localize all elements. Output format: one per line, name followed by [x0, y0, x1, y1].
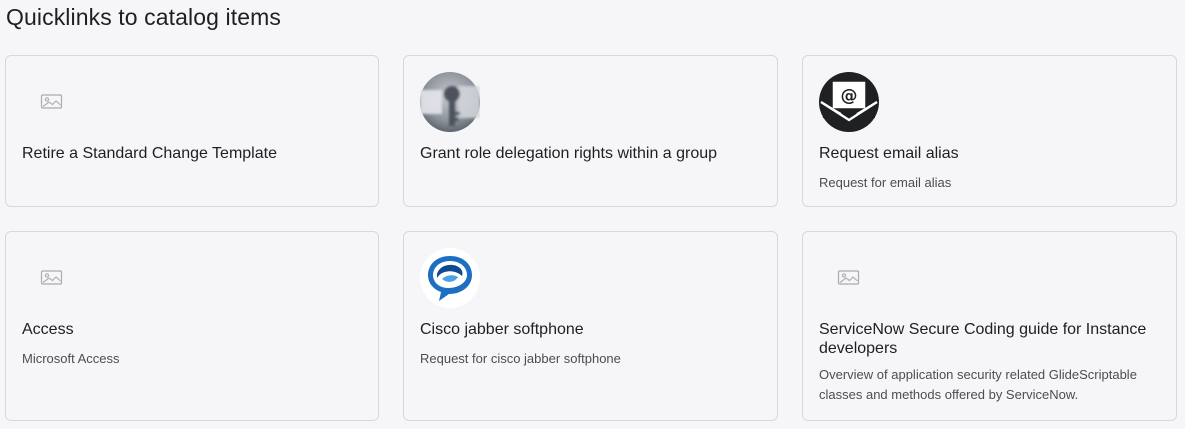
image-placeholder-icon: [22, 72, 82, 132]
catalog-card-grant-role-delegation[interactable]: Grant role delegation rights within a gr…: [403, 55, 778, 207]
svg-text:@: @: [841, 86, 858, 106]
card-title: Cisco jabber softphone: [420, 321, 584, 338]
card-description: Request for cisco jabber softphone: [420, 351, 621, 366]
card-description: Overview of application security related…: [819, 367, 1137, 402]
key-icon: [420, 72, 480, 132]
catalog-grid: Retire a Standard Change Template Grant …: [5, 55, 1177, 421]
catalog-card-retire-template[interactable]: Retire a Standard Change Template: [5, 55, 379, 207]
card-description: Microsoft Access: [22, 351, 120, 366]
image-placeholder-icon: [22, 248, 82, 308]
card-title: Grant role delegation rights within a gr…: [420, 145, 718, 162]
cisco-jabber-icon: [420, 248, 480, 308]
catalog-card-request-email-alias[interactable]: @ Request email alias Request for email …: [802, 55, 1177, 207]
image-placeholder-icon: [819, 248, 879, 308]
quicklinks-section: Quicklinks to catalog items Retire a Sta…: [0, 0, 1185, 429]
catalog-card-secure-coding-guide[interactable]: ServiceNow Secure Coding guide for Insta…: [802, 231, 1177, 421]
card-title: Request email alias: [819, 145, 959, 162]
catalog-card-access[interactable]: Access Microsoft Access: [5, 231, 379, 421]
card-title: Access: [22, 321, 74, 338]
card-title: Retire a Standard Change Template: [22, 145, 277, 162]
card-title: ServiceNow Secure Coding guide for Insta…: [819, 321, 1147, 357]
section-title: Quicklinks to catalog items: [6, 4, 281, 30]
card-description: Request for email alias: [819, 175, 952, 190]
catalog-card-cisco-jabber[interactable]: Cisco jabber softphone Request for cisco…: [403, 231, 778, 421]
email-at-icon: @: [819, 72, 879, 132]
